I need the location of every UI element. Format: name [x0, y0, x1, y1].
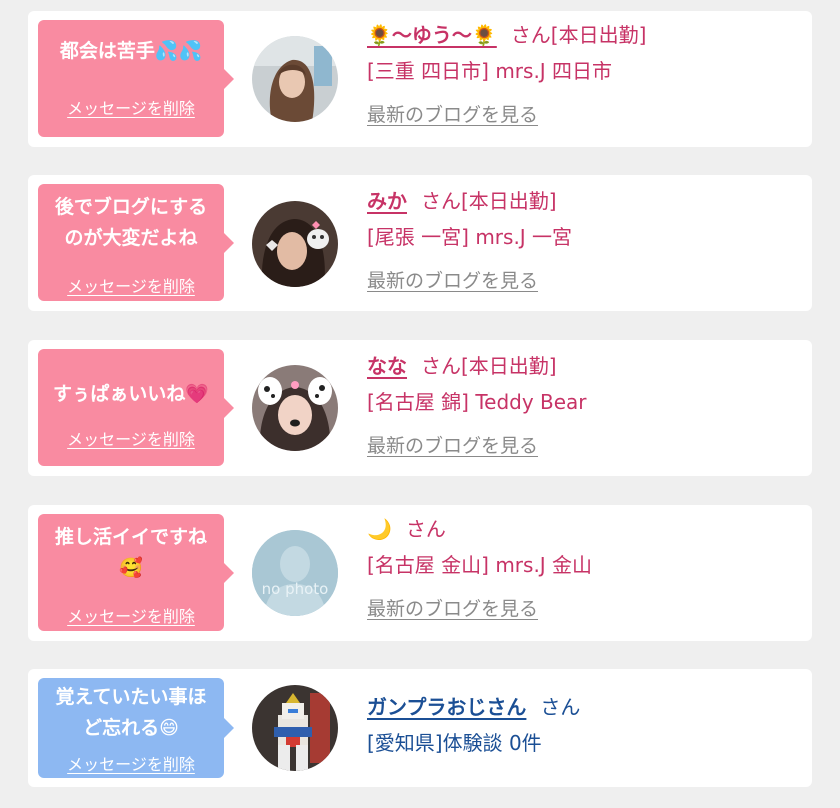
message-text: 都会は苦手💦💦	[59, 40, 203, 62]
message-text: すぅぱぁいいね💗	[52, 383, 210, 405]
honorific-status: さん[本日出勤]	[421, 189, 557, 213]
user-name-link[interactable]: みか	[367, 189, 407, 213]
shop-info: [名古屋 錦] Teddy Bear	[367, 390, 587, 414]
user-name-link[interactable]: なな	[367, 354, 407, 378]
avatar[interactable]	[252, 36, 338, 122]
message-bubble: 後でブログにするのが大変だよね メッセージを削除	[38, 184, 234, 301]
user-info: なな さん[本日出勤] [名古屋 錦] Teddy Bear 最新のブログを見る	[367, 352, 802, 459]
delete-message-link[interactable]: メッセージを削除	[38, 603, 224, 627]
message-bubble: 推し活イイですね🥰 メッセージを削除	[38, 514, 234, 631]
user-info: みか さん[本日出勤] [尾張 一宮] mrs.J 一宮 最新のブログを見る	[367, 187, 802, 294]
user-info: ガンプラおじさん さん [愛知県]体験談 0件	[367, 693, 802, 757]
message-card: 後でブログにするのが大変だよね メッセージを削除 みか さん[本日出勤] [尾張 …	[28, 175, 812, 311]
message-bubble: 覚えていたい事ほど忘れる😄 メッセージを削除	[38, 678, 234, 778]
user-info: 🌙 さん [名古屋 金山] mrs.J 金山 最新のブログを見る	[367, 515, 802, 622]
message-card: すぅぱぁいいね💗 メッセージを削除 なな さん[本日出勤] [名古屋 錦] Ted…	[28, 340, 812, 476]
shop-info: [三重 四日市] mrs.J 四日市	[367, 59, 613, 83]
latest-blog-link[interactable]: 最新のブログを見る	[367, 268, 538, 294]
user-name-link[interactable]: 🌻～ゆう～🌻	[367, 23, 497, 47]
message-card: 都会は苦手💦💦 メッセージを削除 🌻～ゆう～🌻 さん[本日出勤] [三重 四日市]…	[28, 11, 812, 147]
user-info: 🌻～ゆう～🌻 さん[本日出勤] [三重 四日市] mrs.J 四日市 最新のブログ…	[367, 21, 802, 128]
user-name-link[interactable]: ガンプラおじさん	[367, 695, 526, 719]
message-bubble: 都会は苦手💦💦 メッセージを削除	[38, 20, 234, 137]
user-name: 🌙	[367, 517, 392, 541]
message-bubble: すぅぱぁいいね💗 メッセージを削除	[38, 349, 234, 466]
delete-message-link[interactable]: メッセージを削除	[38, 751, 224, 775]
avatar[interactable]	[252, 685, 338, 771]
avatar[interactable]	[252, 201, 338, 287]
honorific-status: さん[本日出勤]	[421, 354, 557, 378]
avatar[interactable]	[252, 365, 338, 451]
message-text: 覚えていたい事ほど忘れる😄	[55, 686, 207, 739]
message-card: 覚えていたい事ほど忘れる😄 メッセージを削除 ガンプラおじさん さん [愛知県]体…	[28, 669, 812, 787]
honorific-status: さん	[405, 517, 446, 541]
experience-info: [愛知県]体験談 0件	[367, 731, 542, 755]
no-photo-text: no photo	[262, 580, 329, 598]
shop-info: [尾張 一宮] mrs.J 一宮	[367, 225, 573, 249]
message-text: 推し活イイですね🥰	[54, 526, 207, 579]
honorific-status: さん[本日出勤]	[510, 23, 647, 47]
latest-blog-link[interactable]: 最新のブログを見る	[367, 596, 538, 622]
latest-blog-link[interactable]: 最新のブログを見る	[367, 102, 538, 128]
message-card: 推し活イイですね🥰 メッセージを削除 no photo 🌙 さん [名古屋 金山]…	[28, 505, 812, 641]
delete-message-link[interactable]: メッセージを削除	[38, 426, 224, 450]
delete-message-link[interactable]: メッセージを削除	[38, 273, 224, 297]
avatar[interactable]: no photo	[252, 530, 338, 616]
latest-blog-link[interactable]: 最新のブログを見る	[367, 433, 538, 459]
honorific: さん	[540, 695, 581, 719]
message-text: 後でブログにするのが大変だよね	[54, 196, 208, 249]
delete-message-link[interactable]: メッセージを削除	[38, 95, 224, 119]
shop-info: [名古屋 金山] mrs.J 金山	[367, 553, 593, 577]
